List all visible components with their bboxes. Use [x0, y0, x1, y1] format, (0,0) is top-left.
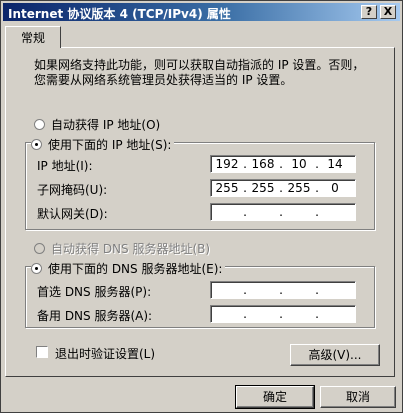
auto-ip-label: 自动获得 IP 地址(O) — [51, 118, 161, 132]
ip-octet: 10 — [291, 157, 307, 171]
dot-separator: . — [279, 205, 283, 219]
cancel-button[interactable]: 取消 — [320, 386, 396, 408]
auto-ip-radio[interactable]: 自动获得 IP 地址(O) — [34, 116, 164, 133]
ip-octet: 255 — [287, 181, 311, 195]
alternate-dns-field[interactable]: . . . — [210, 305, 356, 323]
dot-separator: . — [315, 307, 319, 321]
dot-separator: . — [279, 307, 283, 321]
ok-button[interactable]: 确定 — [235, 385, 315, 409]
dot-separator: . — [315, 283, 319, 297]
ip-octet: 14 — [327, 157, 343, 171]
manual-dns-label: 使用下面的 DNS 服务器地址(E): — [48, 262, 223, 276]
manual-ip-radio[interactable]: 使用下面的 IP 地址(S): — [31, 136, 175, 153]
ip-octet: 255 — [251, 181, 275, 195]
default-gateway-field[interactable]: . . . — [210, 203, 356, 221]
close-button[interactable]: X — [380, 5, 396, 19]
subnet-mask-label: 子网掩码(U): — [37, 183, 108, 197]
ip-octet: 192 — [215, 157, 239, 171]
manual-ip-label: 使用下面的 IP 地址(S): — [48, 138, 172, 152]
validate-label: 退出时验证设置(L) — [55, 347, 156, 361]
subnet-mask-field[interactable]: 255. 255. 255. 0 — [210, 179, 356, 197]
preferred-dns-field[interactable]: . . . — [210, 281, 356, 299]
default-gateway-label: 默认网关(D): — [37, 207, 108, 221]
ip-octet: 0 — [331, 181, 339, 195]
manual-ip-radio-dot — [31, 139, 42, 150]
help-button[interactable]: ? — [361, 5, 377, 19]
auto-dns-radio-dot — [34, 243, 45, 254]
alternate-dns-label: 备用 DNS 服务器(A): — [37, 309, 153, 323]
preferred-dns-label: 首选 DNS 服务器(P): — [37, 285, 152, 299]
ip-octet: 255 — [215, 181, 239, 195]
validate-checkbox[interactable] — [36, 346, 48, 358]
auto-dns-radio: 自动获得 DNS 服务器地址(B) — [34, 240, 214, 257]
ip-address-label: IP 地址(I): — [37, 159, 93, 173]
auto-ip-radio-dot — [34, 119, 45, 130]
ip-octet: 168 — [251, 157, 275, 171]
auto-dns-label: 自动获得 DNS 服务器地址(B) — [51, 242, 211, 256]
advanced-button[interactable]: 高级(V)... — [290, 344, 380, 366]
window-title: Internet 协议版本 4 (TCP/IPv4) 属性 — [8, 7, 231, 21]
dot-separator: . — [279, 283, 283, 297]
tab-general[interactable]: 常规 — [5, 26, 61, 48]
ip-address-field[interactable]: 192. 168. 10. 14 — [210, 155, 356, 173]
manual-dns-radio[interactable]: 使用下面的 DNS 服务器地址(E): — [31, 260, 226, 277]
dot-separator: . — [243, 205, 247, 219]
dot-separator: . — [243, 283, 247, 297]
manual-dns-radio-dot — [31, 263, 42, 274]
dot-separator: . — [243, 307, 247, 321]
dot-separator: . — [315, 205, 319, 219]
description-text: 如果网络支持此功能，则可以获取自动指派的 IP 设置。否则，您需要从网络系统管理… — [34, 58, 365, 87]
title-bar[interactable]: Internet 协议版本 4 (TCP/IPv4) 属性 ? X — [3, 3, 400, 21]
